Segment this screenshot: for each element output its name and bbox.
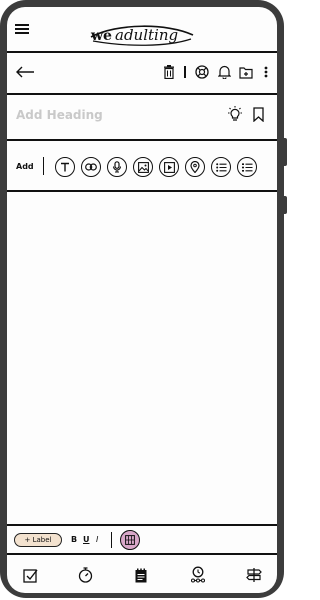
location-route-icon[interactable]: [190, 566, 206, 583]
more-vert-icon[interactable]: [263, 65, 269, 79]
back-arrow-icon[interactable]: [15, 65, 35, 79]
format-bar-top-divider: [7, 524, 277, 526]
brand-logo: we adulting: [87, 17, 197, 51]
header-divider: [7, 51, 277, 53]
video-icon[interactable]: [159, 157, 179, 177]
checkbox-icon[interactable]: [22, 567, 38, 583]
add-separator: [43, 157, 45, 175]
add-label: Add: [16, 162, 34, 171]
numbered-list-icon[interactable]: [237, 157, 257, 177]
phone-volume-button: [283, 138, 287, 166]
lifebuoy-icon[interactable]: [195, 65, 209, 79]
trash-icon[interactable]: [162, 65, 175, 79]
color-palette-icon[interactable]: [120, 530, 140, 550]
link-icon[interactable]: [81, 157, 101, 177]
label-button-text: + Label: [24, 536, 52, 544]
toolbar-separator: [184, 66, 186, 78]
heading-divider: [7, 139, 277, 141]
phone-power-button: [283, 196, 287, 214]
image-icon[interactable]: [133, 157, 153, 177]
notes-icon[interactable]: [134, 567, 148, 583]
signpost-icon[interactable]: [246, 567, 262, 583]
bell-icon[interactable]: [218, 65, 231, 79]
add-label-button[interactable]: + Label: [14, 533, 62, 547]
svg-text:adulting: adulting: [115, 26, 178, 44]
bold-button[interactable]: B: [71, 535, 77, 544]
heading-input[interactable]: Add Heading: [16, 108, 103, 122]
microphone-icon[interactable]: [107, 157, 127, 177]
bullet-list-icon[interactable]: [211, 157, 231, 177]
format-bar-bottom-divider: [7, 553, 277, 555]
bookmark-icon[interactable]: [252, 106, 264, 122]
folder-add-icon[interactable]: [239, 65, 253, 79]
lightbulb-icon[interactable]: [226, 105, 244, 123]
format-separator: [111, 532, 113, 548]
app-screen: we adulting Add Heading Add + Label B U …: [7, 7, 277, 593]
hamburger-menu-icon[interactable]: [15, 23, 29, 35]
location-pin-icon[interactable]: [185, 157, 205, 177]
stopwatch-icon[interactable]: [77, 567, 93, 583]
underline-button[interactable]: U: [83, 535, 90, 544]
note-body-editor[interactable]: [7, 192, 277, 524]
svg-text:we: we: [90, 28, 112, 44]
italic-button[interactable]: I: [96, 535, 98, 544]
toolbar-divider: [7, 93, 277, 95]
text-icon[interactable]: [55, 157, 75, 177]
